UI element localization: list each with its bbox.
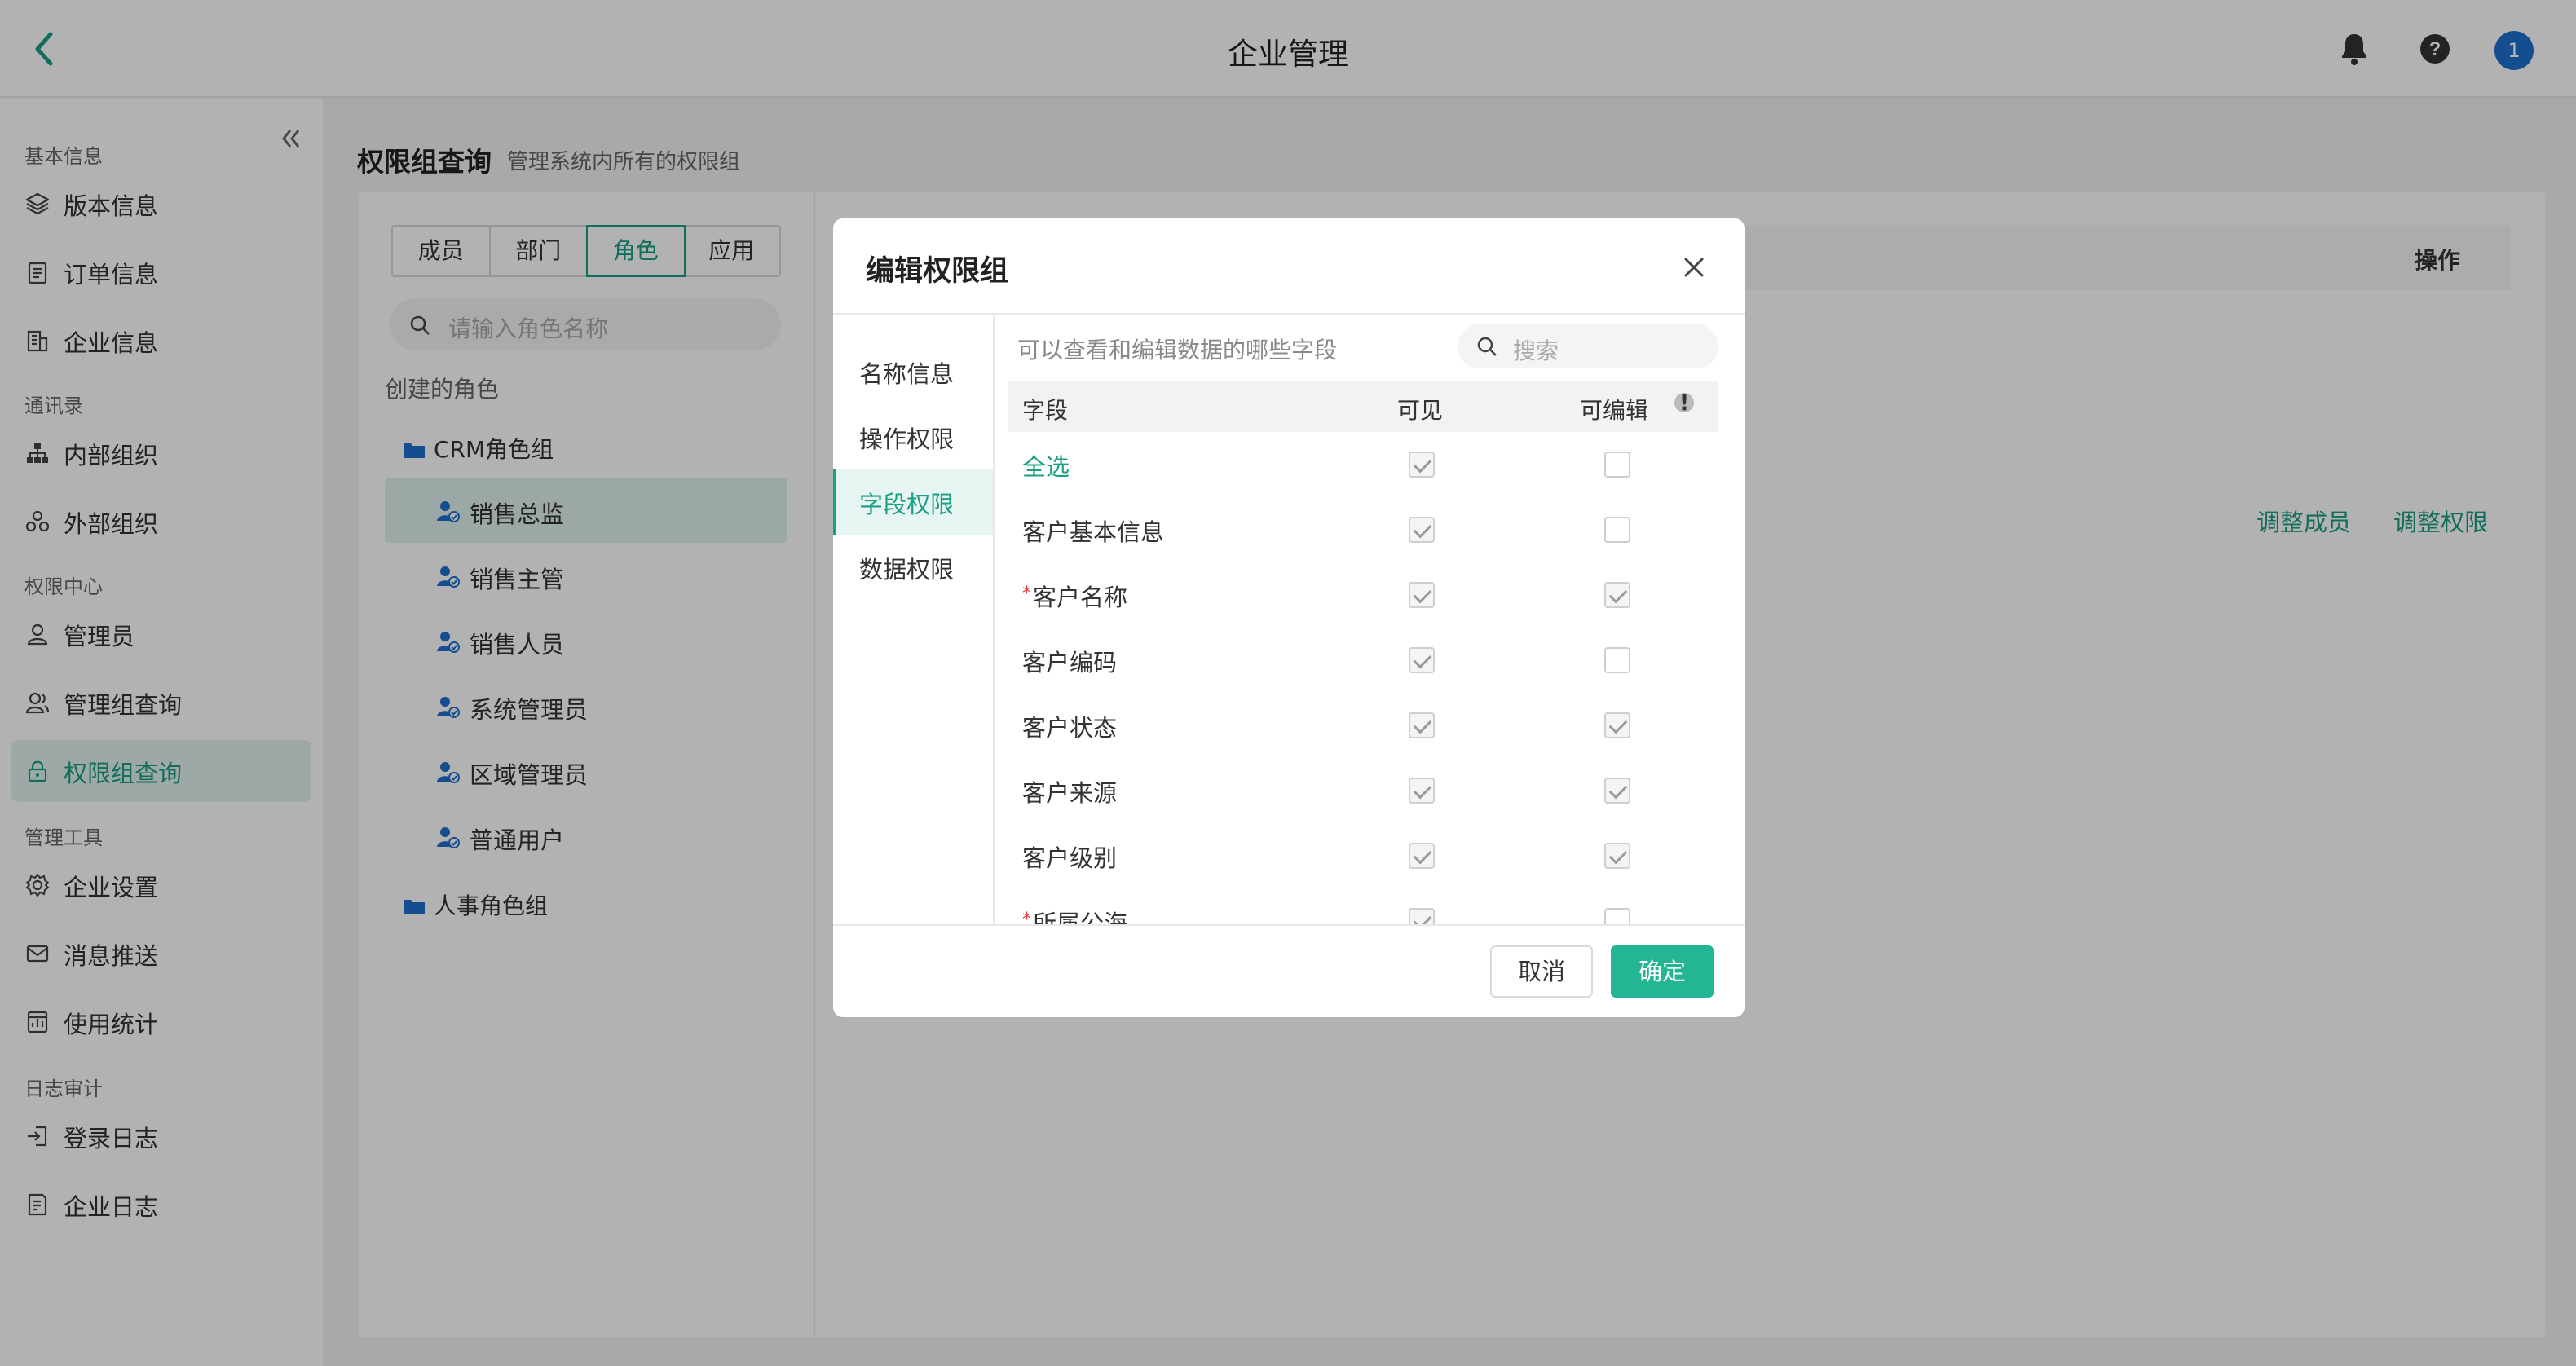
editable-checkbox[interactable]: [1604, 452, 1630, 478]
table-row: 全选: [1008, 432, 1718, 497]
field-name: 客户级别: [1022, 844, 1118, 872]
select-all-label[interactable]: 全选: [1022, 448, 1070, 483]
dialog-nav-name-info[interactable]: 名称信息: [833, 339, 993, 404]
required-marker: *: [1022, 910, 1031, 924]
dialog-nav-field-permission[interactable]: 字段权限: [833, 469, 993, 535]
editable-checkbox[interactable]: [1604, 843, 1630, 869]
field-search-input[interactable]: 搜索: [1458, 324, 1718, 368]
nav-label: 操作权限: [859, 425, 955, 453]
editable-checkbox[interactable]: [1604, 778, 1630, 804]
visible-checkbox[interactable]: [1409, 843, 1435, 869]
field-name: 客户状态: [1022, 714, 1118, 742]
table-row: 客户编码: [1008, 628, 1718, 693]
info-icon[interactable]: !: [1674, 391, 1694, 414]
visible-checkbox[interactable]: [1409, 452, 1435, 478]
field-name: 客户基本信息: [1022, 518, 1165, 546]
search-icon: [1477, 337, 1497, 356]
visible-checkbox[interactable]: [1409, 908, 1435, 924]
field-name: 客户编码: [1022, 649, 1118, 676]
close-icon[interactable]: [1679, 253, 1709, 282]
field-name: 客户名称: [1033, 584, 1128, 611]
dialog-title: 编辑权限组: [866, 255, 1009, 288]
cancel-button[interactable]: 取消: [1490, 945, 1593, 998]
dialog-nav-operation-permission[interactable]: 操作权限: [833, 404, 993, 469]
editable-checkbox[interactable]: [1604, 517, 1630, 543]
visible-checkbox[interactable]: [1409, 647, 1435, 673]
table-row: *所属公海: [1008, 888, 1718, 924]
field-name-cell: *客户名称: [1022, 579, 1127, 613]
table-row: 客户级别: [1008, 823, 1718, 888]
required-marker: *: [1022, 584, 1031, 604]
search-placeholder: 搜索: [1513, 337, 1559, 364]
visible-checkbox[interactable]: [1409, 582, 1435, 608]
dialog-nav-data-permission[interactable]: 数据权限: [833, 535, 993, 600]
visible-checkbox[interactable]: [1409, 778, 1435, 804]
nav-label: 名称信息: [859, 360, 955, 388]
table-row: *客户名称: [1008, 562, 1718, 628]
field-name: 客户来源: [1022, 779, 1118, 807]
table-row: 客户来源: [1008, 758, 1718, 823]
edit-permission-group-dialog: 编辑权限组 名称信息 操作权限 字段权限 数据权限 可以查看和编辑数据的哪些字段…: [833, 218, 1745, 1017]
field-permission-hint: 可以查看和编辑数据的哪些字段: [1017, 337, 1338, 364]
dialog-footer-divider: [833, 924, 1745, 926]
table-row: 客户基本信息: [1008, 497, 1718, 562]
field-name: 所属公海: [1033, 910, 1128, 924]
table-row: 客户状态: [1008, 693, 1718, 758]
editable-checkbox[interactable]: [1604, 908, 1630, 924]
nav-label: 字段权限: [859, 491, 955, 518]
confirm-button[interactable]: 确定: [1611, 945, 1714, 998]
editable-checkbox[interactable]: [1604, 647, 1630, 673]
visible-checkbox[interactable]: [1409, 517, 1435, 543]
header-field: 字段: [1022, 397, 1069, 424]
nav-label: 数据权限: [859, 556, 955, 584]
editable-checkbox[interactable]: [1604, 582, 1630, 608]
header-editable: 可编辑: [1580, 397, 1649, 424]
editable-checkbox[interactable]: [1604, 712, 1630, 738]
field-permission-panel: 可以查看和编辑数据的哪些字段 搜索 字段 可见 可编辑 ! 全选 客户基本信息 …: [995, 315, 1745, 924]
field-name-cell: *所属公海: [1022, 905, 1127, 924]
header-visible: 可见: [1397, 397, 1444, 424]
field-table-header: 字段 可见 可编辑 !: [1008, 381, 1718, 432]
visible-checkbox[interactable]: [1409, 712, 1435, 738]
